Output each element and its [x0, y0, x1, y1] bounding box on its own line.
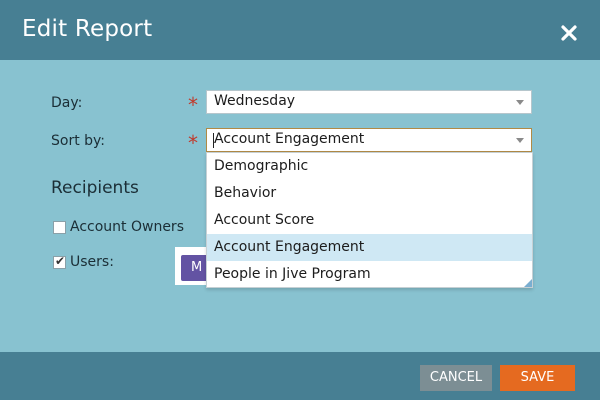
recipients-title: Recipients — [51, 178, 139, 198]
sort-by-select[interactable]: Account Engagement — [206, 128, 532, 152]
sort-by-label: Sort by: — [51, 133, 106, 149]
users-label: Users: — [70, 254, 114, 270]
dropdown-option-behavior[interactable]: Behavior — [207, 180, 532, 207]
sort-by-required-marker: * — [188, 131, 198, 155]
dropdown-option-account-engagement[interactable]: Account Engagement — [207, 234, 532, 261]
account-owners-label: Account Owners — [70, 219, 184, 235]
checkmark-icon: ✔ — [55, 254, 66, 268]
sort-by-select-value: Account Engagement — [214, 131, 365, 147]
dropdown-option-account-score[interactable]: Account Score — [207, 207, 532, 234]
close-icon[interactable] — [558, 22, 580, 44]
day-required-marker: * — [188, 93, 198, 117]
chevron-down-icon — [516, 100, 524, 105]
day-select[interactable]: Wednesday — [206, 90, 532, 114]
day-label: Day: — [51, 95, 83, 111]
day-select-value: Wednesday — [214, 93, 296, 109]
dropdown-option-demographic[interactable]: Demographic — [207, 153, 532, 180]
dialog-title: Edit Report — [22, 16, 153, 42]
text-cursor — [213, 133, 214, 148]
chevron-down-icon — [516, 138, 524, 143]
dialog-footer: CANCEL SAVE — [0, 352, 600, 400]
close-icon-graphic — [561, 25, 577, 41]
sort-by-dropdown: Demographic Behavior Account Score Accou… — [206, 152, 533, 288]
dialog-header: Edit Report — [0, 0, 600, 60]
dropdown-option-people-in-jive-program[interactable]: People in Jive Program — [207, 261, 532, 288]
account-owners-checkbox[interactable] — [53, 221, 66, 234]
resize-grip-icon[interactable] — [524, 279, 532, 287]
save-button[interactable]: SAVE — [500, 365, 575, 391]
users-checkbox[interactable]: ✔ — [53, 254, 66, 269]
cancel-button[interactable]: CANCEL — [420, 365, 492, 391]
